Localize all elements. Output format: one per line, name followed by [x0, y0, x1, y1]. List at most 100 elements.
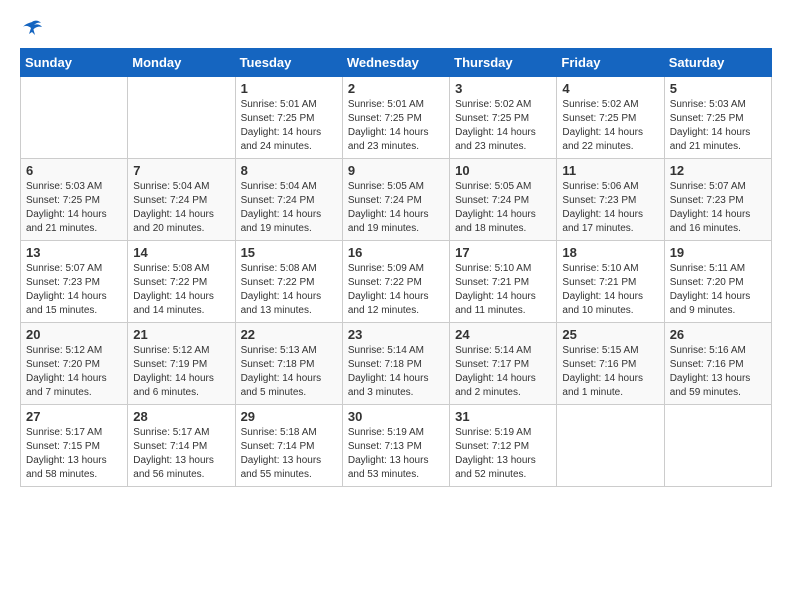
calendar-cell: 21Sunrise: 5:12 AM Sunset: 7:19 PM Dayli…: [128, 323, 235, 405]
calendar-cell: [557, 405, 664, 487]
cell-content: Sunrise: 5:15 AM Sunset: 7:16 PM Dayligh…: [562, 344, 658, 400]
calendar-cell: 6 Sunrise: 5:03 AM Sunset: 7:25 PM Daylig…: [21, 159, 128, 241]
day-number: 28: [133, 409, 229, 424]
cell-content: Sunrise: 5:07 AM Sunset: 7:23 PM Dayligh…: [26, 262, 122, 318]
calendar-header-wednesday: Wednesday: [342, 49, 449, 77]
calendar-week-row: 13 Sunrise: 5:07 AM Sunset: 7:23 PM Dayli…: [21, 241, 772, 323]
calendar-cell: 24Sunrise: 5:14 AM Sunset: 7:17 PM Dayli…: [450, 323, 557, 405]
calendar-cell: 26 Sunrise: 5:16 AM Sunset: 7:16 PM Dayli…: [664, 323, 771, 405]
day-number: 16: [348, 245, 444, 260]
cell-content: Sunrise: 5:05 AM Sunset: 7:24 PM Dayligh…: [348, 180, 444, 236]
cell-content: Sunrise: 5:01 AM Sunset: 7:25 PM Dayligh…: [241, 98, 337, 154]
calendar-cell: 31 Sunrise: 5:19 AM Sunset: 7:12 PM Dayli…: [450, 405, 557, 487]
day-number: 1: [241, 81, 337, 96]
day-number: 20: [26, 327, 122, 342]
calendar-cell: 3Sunrise: 5:02 AM Sunset: 7:25 PM Daylig…: [450, 77, 557, 159]
cell-content: Sunrise: 5:03 AM Sunset: 7:25 PM Dayligh…: [670, 98, 766, 154]
calendar-cell: 25 Sunrise: 5:15 AM Sunset: 7:16 PM Dayli…: [557, 323, 664, 405]
calendar-cell: [128, 77, 235, 159]
day-number: 10: [455, 163, 551, 178]
cell-content: Sunrise: 5:19 AM Sunset: 7:13 PM Dayligh…: [348, 426, 444, 482]
cell-content: Sunrise: 5:17 AM Sunset: 7:15 PM Dayligh…: [26, 426, 122, 482]
calendar-cell: 20 Sunrise: 5:12 AM Sunset: 7:20 PM Dayli…: [21, 323, 128, 405]
day-number: 12: [670, 163, 766, 178]
calendar-cell: 2Sunrise: 5:01 AM Sunset: 7:25 PM Daylig…: [342, 77, 449, 159]
day-number: 18: [562, 245, 658, 260]
cell-content: Sunrise: 5:19 AM Sunset: 7:12 PM Dayligh…: [455, 426, 551, 482]
day-number: 26: [670, 327, 766, 342]
cell-content: Sunrise: 5:14 AM Sunset: 7:18 PM Dayligh…: [348, 344, 444, 400]
day-number: 17: [455, 245, 551, 260]
day-number: 19: [670, 245, 766, 260]
day-number: 22: [241, 327, 337, 342]
day-number: 8: [241, 163, 337, 178]
calendar-week-row: 1 Sunrise: 5:01 AM Sunset: 7:25 PM Daylig…: [21, 77, 772, 159]
day-number: 14: [133, 245, 229, 260]
logo-bird-icon: [21, 20, 43, 38]
logo: [20, 20, 44, 38]
cell-content: Sunrise: 5:02 AM Sunset: 7:25 PM Dayligh…: [562, 98, 658, 154]
calendar-header-sunday: Sunday: [21, 49, 128, 77]
calendar-header-row: SundayMondayTuesdayWednesdayThursdayFrid…: [21, 49, 772, 77]
day-number: 13: [26, 245, 122, 260]
day-number: 27: [26, 409, 122, 424]
cell-content: Sunrise: 5:17 AM Sunset: 7:14 PM Dayligh…: [133, 426, 229, 482]
calendar-cell: 9 Sunrise: 5:05 AM Sunset: 7:24 PM Daylig…: [342, 159, 449, 241]
calendar-cell: 22 Sunrise: 5:13 AM Sunset: 7:18 PM Dayli…: [235, 323, 342, 405]
day-number: 5: [670, 81, 766, 96]
cell-content: Sunrise: 5:09 AM Sunset: 7:22 PM Dayligh…: [348, 262, 444, 318]
calendar-cell: 4 Sunrise: 5:02 AM Sunset: 7:25 PM Daylig…: [557, 77, 664, 159]
day-number: 31: [455, 409, 551, 424]
cell-content: Sunrise: 5:12 AM Sunset: 7:20 PM Dayligh…: [26, 344, 122, 400]
calendar-cell: 15 Sunrise: 5:08 AM Sunset: 7:22 PM Dayli…: [235, 241, 342, 323]
day-number: 30: [348, 409, 444, 424]
day-number: 23: [348, 327, 444, 342]
cell-content: Sunrise: 5:02 AM Sunset: 7:25 PM Dayligh…: [455, 98, 551, 154]
calendar-cell: 17 Sunrise: 5:10 AM Sunset: 7:21 PM Dayli…: [450, 241, 557, 323]
calendar-cell: 23 Sunrise: 5:14 AM Sunset: 7:18 PM Dayli…: [342, 323, 449, 405]
day-number: 2: [348, 81, 444, 96]
calendar-cell: 28 Sunrise: 5:17 AM Sunset: 7:14 PM Dayli…: [128, 405, 235, 487]
calendar-cell: 27 Sunrise: 5:17 AM Sunset: 7:15 PM Dayli…: [21, 405, 128, 487]
calendar-cell: 8Sunrise: 5:04 AM Sunset: 7:24 PM Daylig…: [235, 159, 342, 241]
cell-content: Sunrise: 5:08 AM Sunset: 7:22 PM Dayligh…: [241, 262, 337, 318]
cell-content: Sunrise: 5:03 AM Sunset: 7:25 PM Dayligh…: [26, 180, 122, 236]
calendar-cell: 30 Sunrise: 5:19 AM Sunset: 7:13 PM Dayli…: [342, 405, 449, 487]
cell-content: Sunrise: 5:12 AM Sunset: 7:19 PM Dayligh…: [133, 344, 229, 400]
day-number: 4: [562, 81, 658, 96]
calendar-header-thursday: Thursday: [450, 49, 557, 77]
day-number: 29: [241, 409, 337, 424]
cell-content: Sunrise: 5:13 AM Sunset: 7:18 PM Dayligh…: [241, 344, 337, 400]
cell-content: Sunrise: 5:10 AM Sunset: 7:21 PM Dayligh…: [455, 262, 551, 318]
calendar-cell: 11 Sunrise: 5:06 AM Sunset: 7:23 PM Dayli…: [557, 159, 664, 241]
page-header: [20, 20, 772, 38]
calendar-cell: 5 Sunrise: 5:03 AM Sunset: 7:25 PM Daylig…: [664, 77, 771, 159]
day-number: 11: [562, 163, 658, 178]
cell-content: Sunrise: 5:04 AM Sunset: 7:24 PM Dayligh…: [133, 180, 229, 236]
calendar-cell: 13 Sunrise: 5:07 AM Sunset: 7:23 PM Dayli…: [21, 241, 128, 323]
cell-content: Sunrise: 5:05 AM Sunset: 7:24 PM Dayligh…: [455, 180, 551, 236]
calendar-cell: 16 Sunrise: 5:09 AM Sunset: 7:22 PM Dayli…: [342, 241, 449, 323]
calendar-cell: 18Sunrise: 5:10 AM Sunset: 7:21 PM Dayli…: [557, 241, 664, 323]
calendar-week-row: 27 Sunrise: 5:17 AM Sunset: 7:15 PM Dayli…: [21, 405, 772, 487]
day-number: 6: [26, 163, 122, 178]
day-number: 25: [562, 327, 658, 342]
day-number: 7: [133, 163, 229, 178]
calendar-header-saturday: Saturday: [664, 49, 771, 77]
cell-content: Sunrise: 5:18 AM Sunset: 7:14 PM Dayligh…: [241, 426, 337, 482]
calendar-cell: 14Sunrise: 5:08 AM Sunset: 7:22 PM Dayli…: [128, 241, 235, 323]
calendar-cell: [21, 77, 128, 159]
day-number: 15: [241, 245, 337, 260]
calendar-cell: 12Sunrise: 5:07 AM Sunset: 7:23 PM Dayli…: [664, 159, 771, 241]
cell-content: Sunrise: 5:06 AM Sunset: 7:23 PM Dayligh…: [562, 180, 658, 236]
calendar-week-row: 6 Sunrise: 5:03 AM Sunset: 7:25 PM Daylig…: [21, 159, 772, 241]
calendar-header-monday: Monday: [128, 49, 235, 77]
calendar-table: SundayMondayTuesdayWednesdayThursdayFrid…: [20, 48, 772, 487]
calendar-week-row: 20 Sunrise: 5:12 AM Sunset: 7:20 PM Dayli…: [21, 323, 772, 405]
calendar-cell: 1 Sunrise: 5:01 AM Sunset: 7:25 PM Daylig…: [235, 77, 342, 159]
calendar-cell: 7 Sunrise: 5:04 AM Sunset: 7:24 PM Daylig…: [128, 159, 235, 241]
calendar-header-friday: Friday: [557, 49, 664, 77]
day-number: 9: [348, 163, 444, 178]
calendar-cell: [664, 405, 771, 487]
cell-content: Sunrise: 5:16 AM Sunset: 7:16 PM Dayligh…: [670, 344, 766, 400]
